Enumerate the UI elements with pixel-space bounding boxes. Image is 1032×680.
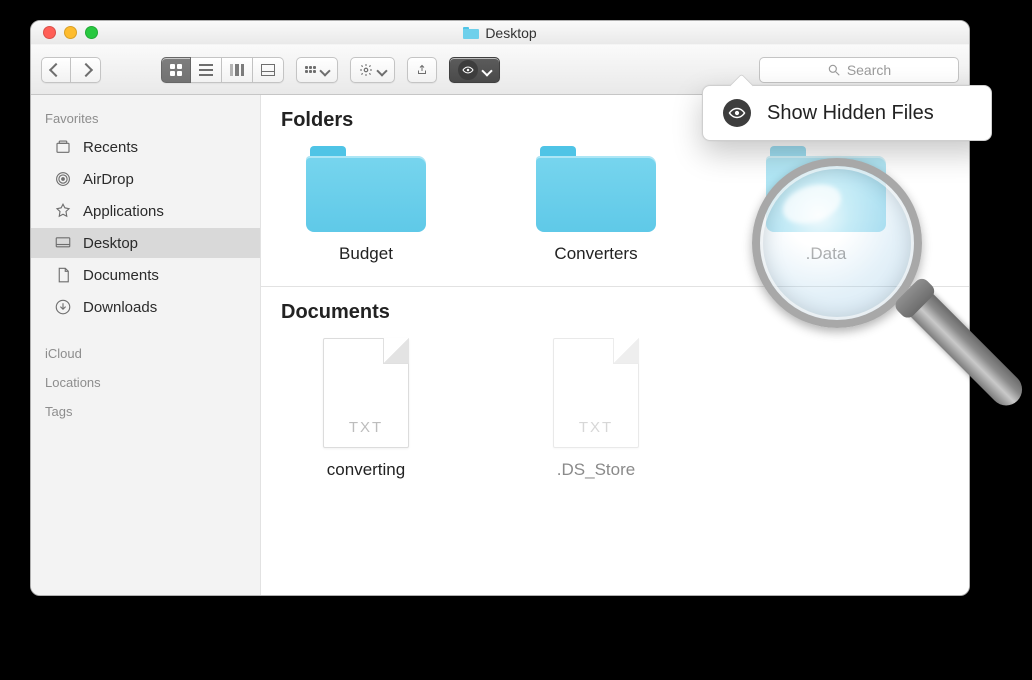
action-group: [350, 57, 395, 83]
sidebar-heading-icloud[interactable]: iCloud: [31, 338, 260, 365]
sidebar: Favorites Recents AirDrop Applications: [31, 95, 261, 595]
sidebar-item-label: Recents: [83, 139, 138, 156]
gallery-view-button[interactable]: [253, 57, 284, 83]
folder-icon: [536, 146, 656, 232]
title-folder-icon: [463, 27, 479, 39]
sidebar-item-label: Downloads: [83, 299, 157, 316]
sidebar-heading-locations[interactable]: Locations: [31, 367, 260, 394]
popover-label: Show Hidden Files: [767, 102, 934, 125]
folder-item[interactable]: Converters: [521, 146, 671, 264]
folder-item[interactable]: Budget: [291, 146, 441, 264]
action-menu-button[interactable]: [350, 57, 395, 83]
search-icon: [827, 63, 841, 77]
sidebar-item-applications[interactable]: Applications: [31, 196, 260, 226]
share-group: [407, 57, 437, 83]
downloads-icon: [53, 298, 73, 316]
eye-icon: [723, 99, 751, 127]
list-view-button[interactable]: [191, 57, 222, 83]
sidebar-item-desktop[interactable]: Desktop: [31, 228, 260, 258]
sidebar-heading-favorites: Favorites: [31, 103, 260, 130]
show-hidden-files-popover[interactable]: Show Hidden Files: [702, 85, 992, 141]
view-mode-group: [161, 57, 284, 83]
window-title: Desktop: [485, 25, 536, 41]
forward-button[interactable]: [71, 57, 101, 83]
grid-icon: [170, 64, 182, 76]
close-button[interactable]: [43, 26, 56, 39]
sidebar-item-downloads[interactable]: Downloads: [31, 292, 260, 322]
search-field[interactable]: Search: [759, 57, 959, 83]
airdrop-icon: [53, 170, 73, 188]
txt-file-icon: TXT: [553, 338, 639, 448]
file-item[interactable]: TXT converting: [291, 338, 441, 480]
minimize-button[interactable]: [64, 26, 77, 39]
file-item-hidden[interactable]: TXT .DS_Store: [521, 338, 671, 480]
nav-group: [41, 57, 101, 83]
gear-icon: [359, 63, 373, 77]
icon-view-button[interactable]: [161, 57, 191, 83]
arrange-group: [296, 57, 338, 83]
gallery-icon: [261, 64, 275, 76]
column-view-button[interactable]: [222, 57, 253, 83]
sidebar-item-documents[interactable]: Documents: [31, 260, 260, 290]
columns-icon: [230, 64, 244, 76]
sidebar-item-airdrop[interactable]: AirDrop: [31, 164, 260, 194]
applications-icon: [53, 202, 73, 220]
txt-file-icon: TXT: [323, 338, 409, 448]
item-label: Budget: [339, 244, 393, 264]
item-label: Converters: [554, 244, 637, 264]
fullscreen-button[interactable]: [85, 26, 98, 39]
sidebar-item-recents[interactable]: Recents: [31, 132, 260, 162]
sidebar-heading-tags[interactable]: Tags: [31, 396, 260, 423]
documents-icon: [53, 266, 73, 284]
share-button[interactable]: [407, 57, 437, 83]
sidebar-item-label: Documents: [83, 267, 159, 284]
show-hidden-files-button[interactable]: [449, 57, 500, 83]
eye-icon: [458, 60, 478, 80]
hidden-files-group: [449, 57, 500, 83]
item-label: converting: [327, 460, 405, 480]
title-bar[interactable]: Desktop: [31, 21, 969, 45]
back-button[interactable]: [41, 57, 71, 83]
recents-icon: [53, 138, 73, 156]
sidebar-item-label: Desktop: [83, 235, 138, 252]
magnifier-illustration: [752, 158, 922, 328]
desktop-icon: [53, 234, 73, 252]
sidebar-item-label: Applications: [83, 203, 164, 220]
window-controls: [43, 26, 98, 39]
share-icon: [416, 63, 428, 77]
item-label: .DS_Store: [557, 460, 635, 480]
folder-icon: [306, 146, 426, 232]
search-placeholder: Search: [847, 62, 891, 78]
sidebar-item-label: AirDrop: [83, 171, 134, 188]
group-by-button[interactable]: [296, 57, 338, 83]
group-icon: [305, 62, 329, 78]
list-icon: [199, 64, 213, 76]
